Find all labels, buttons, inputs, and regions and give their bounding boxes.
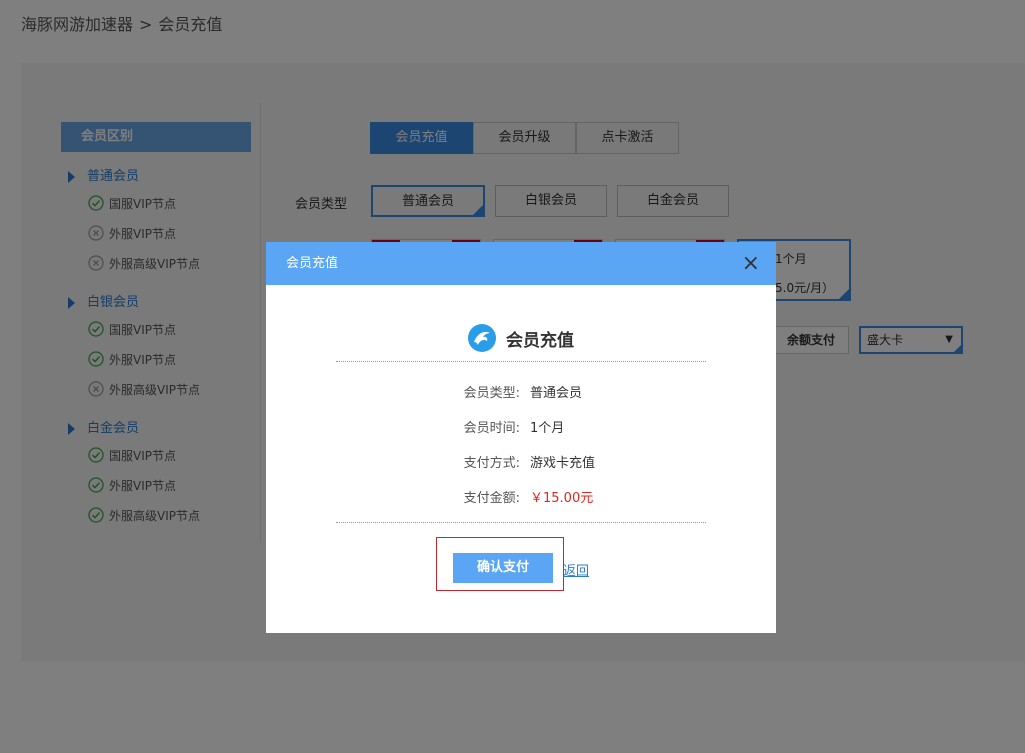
modal-header-title: 会员充值 [286,256,339,271]
info-label: 会员时间: [463,421,520,436]
close-icon[interactable]: × [742,242,760,285]
info-label: 支付金额: [463,491,520,506]
info-value: 游戏卡充值 [530,456,596,471]
info-label: 会员类型: [463,386,520,401]
info-value: 普通会员 [530,386,583,401]
modal-divider [336,522,706,523]
modal-title-row: 会员充值 [266,324,776,352]
price-value: ￥15.00元 [530,491,594,506]
modal-header: 会员充值 × [266,242,776,285]
modal-divider [336,361,706,362]
confirm-pay-button[interactable]: 确认支付 [453,553,553,583]
recharge-modal: 会员充值 × 会员充值 会员类型: 普通会员 会员时间: 1个月 支付方式: 游… [266,242,776,633]
info-label: 支付方式: [463,456,520,471]
back-link[interactable]: 返回 [563,560,589,579]
modal-title: 会员充值 [506,330,574,351]
dolphin-logo-icon [468,324,496,352]
info-value: 1个月 [530,421,565,436]
